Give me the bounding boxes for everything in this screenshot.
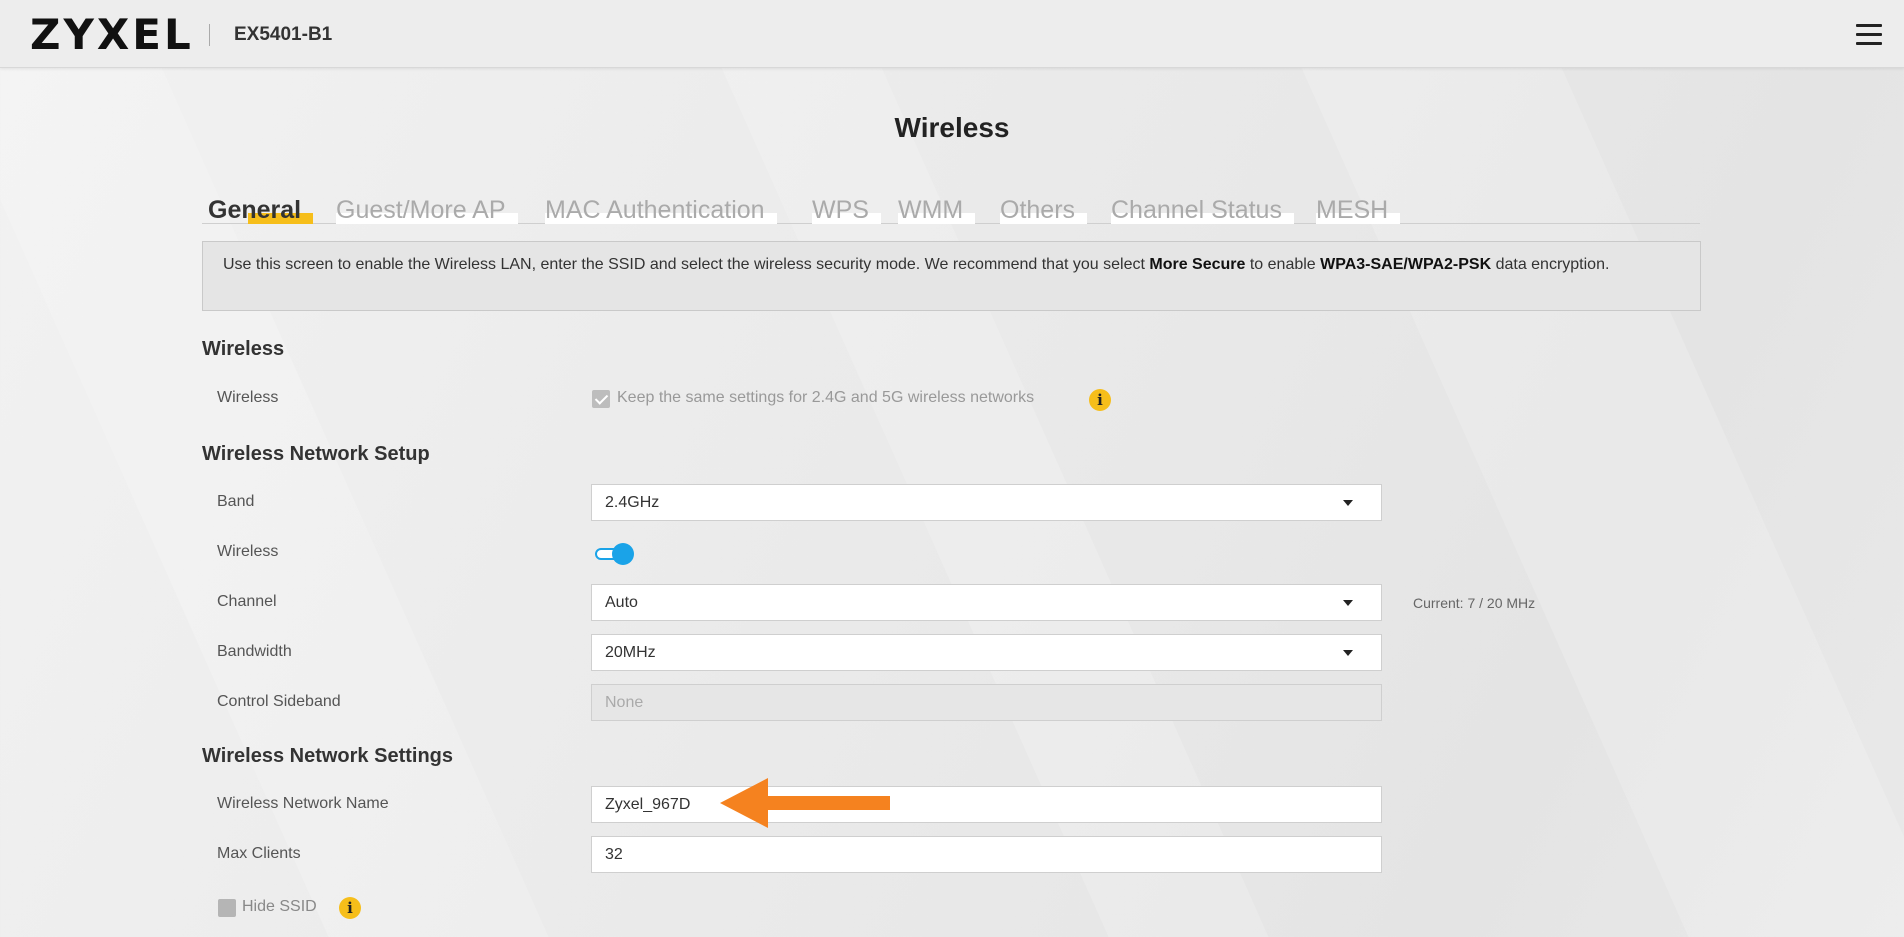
chevron-down-icon	[1343, 650, 1353, 656]
section-heading-wireless: Wireless	[202, 338, 285, 360]
info-icon[interactable]: i	[339, 897, 361, 919]
bandwidth-select[interactable]: 20MHz	[591, 634, 1382, 671]
tab-wmm[interactable]: WMM	[898, 196, 976, 225]
logo-divider	[209, 24, 210, 46]
tab-bar: General Guest/More AP MAC Authentication…	[202, 196, 1700, 224]
label-band: Band	[217, 493, 255, 510]
tab-mesh[interactable]: MESH	[1316, 196, 1401, 225]
current-channel-note: Current: 7 / 20 MHz	[1413, 595, 1536, 611]
same-settings-label: Keep the same settings for 2.4G and 5G w…	[617, 389, 1035, 406]
label-channel: Channel	[217, 593, 277, 610]
tab-general[interactable]: General	[208, 196, 314, 225]
label-wireless-enable: Wireless	[217, 543, 279, 560]
brand-logo: ZYXEL	[30, 10, 194, 59]
hide-ssid-label: Hide SSID	[242, 898, 317, 915]
hide-ssid-checkbox[interactable]	[218, 899, 236, 917]
page-title: Wireless	[894, 112, 1010, 143]
annotation-arrow-icon	[720, 778, 890, 828]
device-model: EX5401-B1	[234, 24, 333, 45]
label-bandwidth: Bandwidth	[217, 643, 292, 660]
label-wireless-sync: Wireless	[217, 389, 279, 406]
control-sideband-field: None	[591, 684, 1382, 721]
tab-guest-more-ap[interactable]: Guest/More AP	[336, 196, 518, 225]
tab-others[interactable]: Others	[1000, 196, 1088, 225]
label-control-sideband: Control Sideband	[217, 693, 341, 710]
info-description: Use this screen to enable the Wireless L…	[202, 241, 1701, 311]
label-max-clients: Max Clients	[217, 845, 301, 862]
tab-channel-status[interactable]: Channel Status	[1111, 196, 1294, 225]
band-select[interactable]: 2.4GHz	[591, 484, 1382, 521]
max-clients-input[interactable]: 32	[591, 836, 1382, 873]
top-bar: ZYXEL EX5401-B1	[0, 0, 1904, 68]
chevron-down-icon	[1343, 500, 1353, 506]
network-name-input[interactable]: Zyxel_967D	[591, 786, 1382, 823]
section-heading-network-settings: Wireless Network Settings	[202, 745, 454, 767]
hamburger-menu-icon[interactable]	[1856, 24, 1882, 46]
info-icon[interactable]: i	[1089, 389, 1111, 411]
label-network-name: Wireless Network Name	[217, 795, 389, 812]
wireless-toggle[interactable]	[595, 543, 635, 565]
chevron-down-icon	[1343, 600, 1353, 606]
channel-select[interactable]: Auto	[591, 584, 1382, 621]
same-settings-checkbox[interactable]	[592, 390, 610, 408]
tab-wps[interactable]: WPS	[812, 196, 881, 225]
section-heading-network-setup: Wireless Network Setup	[202, 443, 430, 465]
tab-mac-authentication[interactable]: MAC Authentication	[545, 196, 777, 225]
